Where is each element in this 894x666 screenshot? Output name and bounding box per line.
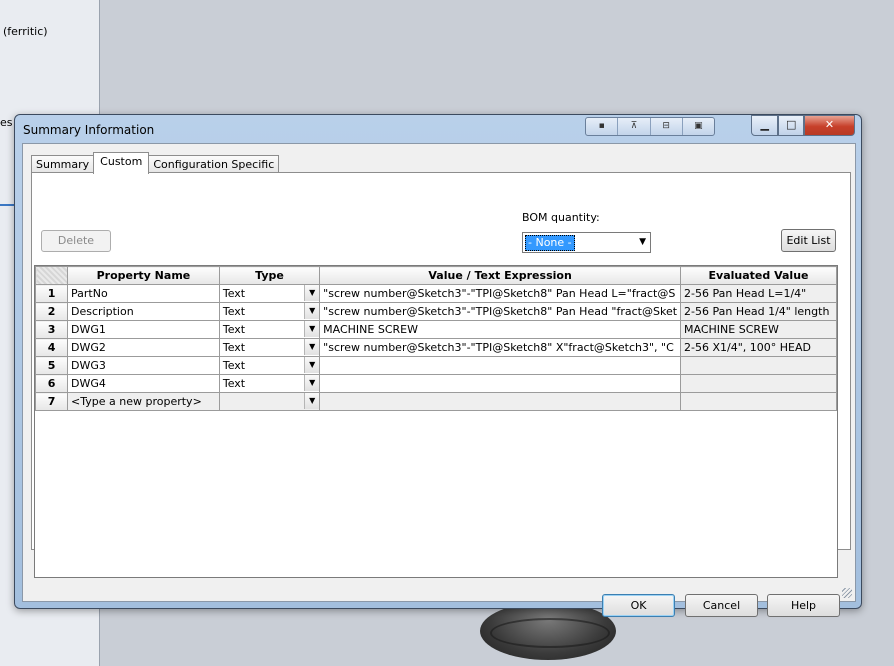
value-cell[interactable]: "screw number@Sketch3"-"TPI@Sketch8" Pan… [319,302,682,321]
chevron-down-icon[interactable]: ▼ [304,285,319,301]
select-all-cell[interactable] [34,266,69,285]
maximize-button[interactable]: □ [778,115,804,136]
background-label: (ferritic) [3,25,48,38]
type-cell[interactable]: Text ▼ [218,374,321,393]
help-button[interactable]: Help [767,594,840,617]
row-number[interactable]: 2 [34,302,69,321]
summary-information-dialog: Summary Information ▪ ⊼ ⊟ ▣ ▁ □ ✕ Summar… [14,114,862,617]
bom-quantity-select[interactable]: - None - ▼ [522,232,651,253]
column-header-property-name[interactable]: Property Name [67,266,220,285]
evaluated-value-cell [680,374,837,393]
title-bar[interactable]: Summary Information ▪ ⊼ ⊟ ▣ ▁ □ ✕ [15,115,861,143]
maximize-icon: □ [786,118,797,131]
small-dot-icon[interactable]: ▪ [586,118,619,135]
type-value: Text [222,323,246,336]
window-tool-buttons: ▪ ⊼ ⊟ ▣ [585,117,715,136]
caption-buttons: ▁ □ ✕ [751,115,855,136]
minimize-icon: ▁ [760,118,769,131]
evaluated-value-cell: MACHINE SCREW [680,320,837,339]
column-header-evaluated-value[interactable]: Evaluated Value [680,266,837,285]
edit-list-button[interactable]: Edit List [781,229,836,252]
property-name-cell[interactable]: PartNo [67,284,220,303]
chevron-down-icon[interactable]: ▼ [639,237,646,247]
chevron-down-icon[interactable]: ▼ [304,375,319,391]
evaluated-value-cell: 2-56 X1/4", 100° HEAD [680,338,837,357]
property-name-cell[interactable]: DWG1 [67,320,220,339]
type-cell[interactable]: Text ▼ [218,302,321,321]
bom-quantity-label: BOM quantity: [522,211,600,224]
row-number[interactable]: 6 [34,374,69,393]
property-name-cell[interactable]: Description [67,302,220,321]
row-number[interactable]: 4 [34,338,69,357]
type-value: Text [222,287,246,300]
chevron-down-icon[interactable]: ▼ [304,393,319,409]
bom-quantity-value: - None - [525,235,575,251]
type-cell[interactable]: Text ▼ [218,338,321,357]
value-cell[interactable]: MACHINE SCREW [319,320,682,339]
type-cell[interactable]: ▼ [218,392,321,411]
chevron-down-icon[interactable]: ▼ [304,357,319,373]
dialog-title: Summary Information [23,123,155,137]
type-value: Text [222,305,246,318]
table-header-row: Property Name Type Value / Text Expressi… [34,266,837,285]
delete-button[interactable]: Delete [41,230,111,252]
type-cell[interactable]: Text ▼ [218,284,321,303]
properties-table: Property Name Type Value / Text Expressi… [34,266,837,411]
evaluated-value-cell [680,356,837,375]
properties-grid: Property Name Type Value / Text Expressi… [34,265,838,578]
float-icon[interactable]: ▣ [683,118,714,135]
background-3d-part [480,602,616,660]
table-row: 3 DWG1 Text ▼ MACHINE SCREW MACHINE SCREW [34,320,837,339]
row-number[interactable]: 5 [34,356,69,375]
evaluated-value-cell: 2-56 Pan Head L=1/4" [680,284,837,303]
chevron-down-icon[interactable]: ▼ [304,303,319,319]
new-property-row: 7 <Type a new property> ▼ [34,392,837,411]
background-line [0,204,14,206]
type-cell[interactable]: Text ▼ [218,320,321,339]
evaluated-value-cell: 2-56 Pan Head 1/4" length [680,302,837,321]
property-name-cell[interactable]: DWG2 [67,338,220,357]
table-row: 2 Description Text ▼ "screw number@Sketch… [34,302,837,321]
value-cell[interactable] [319,392,682,411]
cancel-button[interactable]: Cancel [685,594,758,617]
value-cell[interactable]: "screw number@Sketch3"-"TPI@Sketch8" Pan… [319,284,682,303]
close-button[interactable]: ✕ [804,115,855,136]
dialog-client-area: Summary Custom Configuration Specific De… [22,143,856,617]
table-row: 1 PartNo Text ▼ "screw number@Sketch3"-"T… [34,284,837,303]
column-header-type[interactable]: Type [218,266,321,285]
new-property-cell[interactable]: <Type a new property> [67,392,220,411]
column-header-value[interactable]: Value / Text Expression [319,266,682,285]
table-row: 6 DWG4 Text ▼ [34,374,837,393]
row-number[interactable]: 1 [34,284,69,303]
value-cell[interactable] [319,356,682,375]
value-cell[interactable] [319,374,682,393]
row-number[interactable]: 7 [34,392,69,411]
resize-grip-icon[interactable] [842,588,852,598]
property-name-cell[interactable]: DWG3 [67,356,220,375]
dock-icon[interactable]: ⊟ [651,118,683,135]
type-value: Text [222,359,246,372]
close-icon: ✕ [824,118,835,131]
minimize-button[interactable]: ▁ [751,115,779,136]
custom-tab-panel: Delete BOM quantity: - None - ▼ Edit Lis… [31,172,851,578]
chevron-down-icon[interactable]: ▼ [304,339,319,355]
restore-up-icon[interactable]: ⊼ [618,118,651,135]
table-row: 4 DWG2 Text ▼ "screw number@Sketch3"-"TPI… [34,338,837,357]
evaluated-value-cell [680,392,837,411]
tab-strip: Summary Custom Configuration Specific [31,152,280,174]
type-value: Text [222,377,246,390]
ok-button[interactable]: OK [602,594,675,617]
type-cell[interactable]: Text ▼ [218,356,321,375]
property-name-cell[interactable]: DWG4 [67,374,220,393]
background-label-2: es [0,116,13,129]
tab-custom[interactable]: Custom [93,152,150,174]
type-value: Text [222,341,246,354]
chevron-down-icon[interactable]: ▼ [304,321,319,337]
table-row: 5 DWG3 Text ▼ [34,356,837,375]
value-cell[interactable]: "screw number@Sketch3"-"TPI@Sketch8" X"f… [319,338,682,357]
row-number[interactable]: 3 [34,320,69,339]
